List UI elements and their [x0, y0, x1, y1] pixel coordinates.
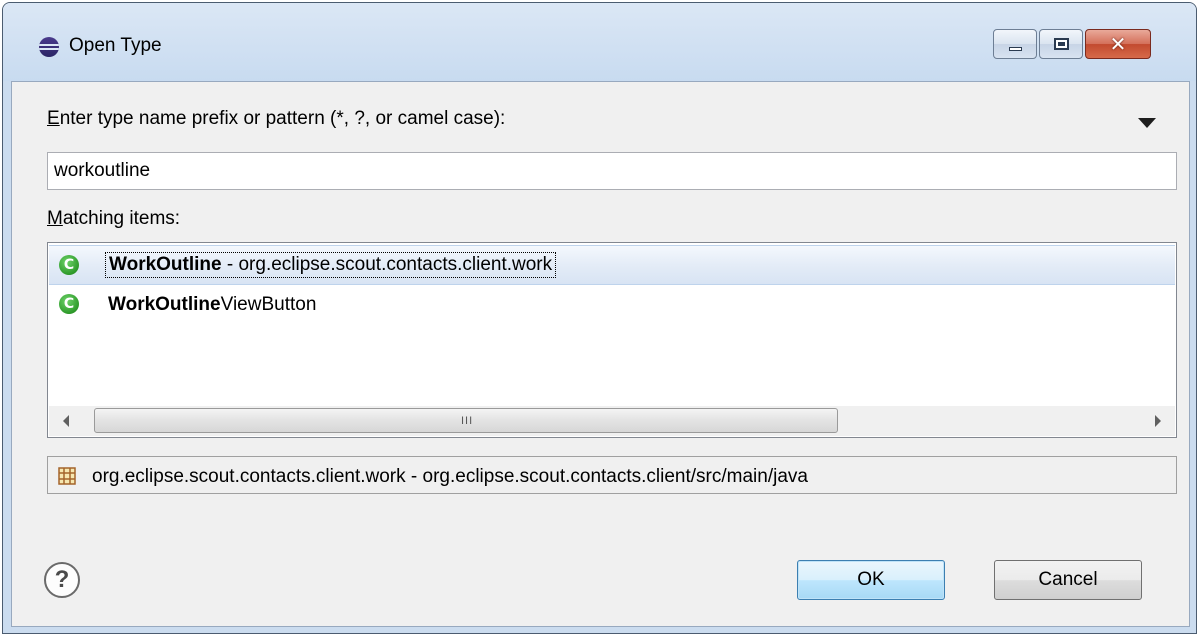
scroll-left-icon[interactable]	[63, 415, 69, 427]
class-icon: C	[59, 255, 79, 275]
pattern-label: Enter type name prefix or pattern (*, ?,…	[47, 108, 505, 130]
open-type-dialog: Open Type ✕ Enter type name prefix or pa…	[2, 2, 1197, 634]
ok-button[interactable]: OK	[797, 560, 945, 600]
matching-items-label: Matching items:	[47, 208, 180, 230]
package-icon	[58, 467, 76, 485]
list-item[interactable]: C WorkOutlineViewButton	[49, 285, 1175, 325]
maximize-icon	[1054, 38, 1069, 50]
list-item-qualifier: - org.eclipse.scout.contacts.client.work	[221, 254, 553, 275]
scrollbar-thumb[interactable]: III	[94, 408, 838, 433]
pattern-label-mnemonic: E	[47, 108, 60, 129]
minimize-button[interactable]	[993, 29, 1037, 59]
list-item-match: WorkOutline	[108, 294, 221, 315]
close-icon: ✕	[1109, 34, 1127, 56]
pattern-label-text: nter type name prefix or pattern (*, ?, …	[59, 108, 506, 129]
close-button[interactable]: ✕	[1085, 29, 1151, 59]
status-bar: org.eclipse.scout.contacts.client.work -…	[47, 456, 1177, 494]
title-bar[interactable]: Open Type ✕	[3, 3, 1196, 81]
scroll-right-icon[interactable]	[1155, 415, 1161, 427]
list-item[interactable]: C WorkOutline - org.eclipse.scout.contac…	[49, 245, 1175, 285]
dialog-content: Enter type name prefix or pattern (*, ?,…	[11, 81, 1190, 627]
maximize-button[interactable]	[1039, 29, 1083, 59]
eclipse-icon	[39, 37, 59, 57]
matching-items-list[interactable]: C WorkOutline - org.eclipse.scout.contac…	[47, 242, 1177, 438]
minimize-icon	[1009, 47, 1022, 51]
matching-label-mnemonic: M	[47, 208, 63, 229]
status-text: org.eclipse.scout.contacts.client.work -…	[92, 466, 808, 487]
help-icon: ?	[54, 566, 70, 593]
scrollbar-grip: III	[461, 415, 474, 427]
class-icon: C	[59, 294, 79, 314]
window-title: Open Type	[69, 35, 162, 56]
list-item-label: WorkOutlineViewButton	[105, 293, 319, 317]
list-item-label: WorkOutline - org.eclipse.scout.contacts…	[105, 252, 557, 278]
list-item-match: WorkOutline	[109, 254, 222, 275]
matching-label-text: atching items:	[62, 208, 181, 229]
help-button[interactable]: ?	[44, 562, 80, 598]
type-pattern-input[interactable]	[47, 152, 1177, 190]
view-menu-dropdown-icon[interactable]	[1138, 118, 1156, 128]
list-item-suffix: ViewButton	[220, 294, 317, 315]
horizontal-scrollbar[interactable]: III	[49, 406, 1175, 436]
cancel-button[interactable]: Cancel	[994, 560, 1142, 600]
